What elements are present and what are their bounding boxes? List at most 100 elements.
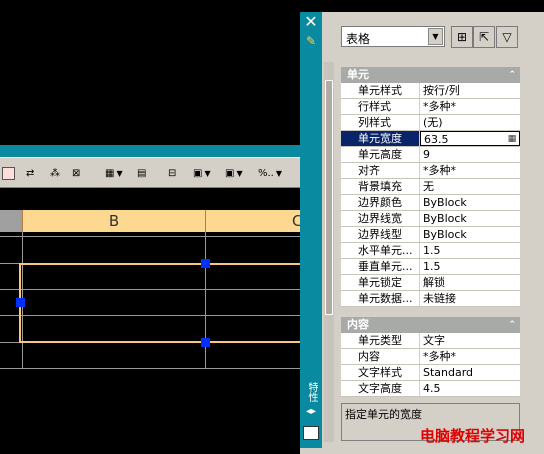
property-value[interactable]: 无: [420, 179, 520, 194]
grip-top[interactable]: [201, 259, 210, 268]
property-value[interactable]: 1.5: [420, 243, 520, 258]
property-value[interactable]: 未链接: [420, 291, 520, 306]
property-value[interactable]: 解锁: [420, 275, 520, 290]
property-value-text: *多种*: [423, 164, 456, 177]
property-row[interactable]: 单元锁定 解锁: [341, 275, 520, 291]
property-value[interactable]: ByBlock: [420, 227, 520, 242]
property-row[interactable]: 列样式 (无): [341, 115, 520, 131]
property-label: 单元锁定: [341, 275, 419, 290]
property-label: 水平单元...: [341, 243, 419, 258]
property-value[interactable]: 9: [420, 147, 520, 162]
property-label: 文字高度: [341, 381, 419, 396]
toolbar-item-4[interactable]: ▤: [137, 165, 146, 181]
section-header[interactable]: 内容 ⌃: [341, 317, 520, 333]
property-value[interactable]: (无): [420, 115, 520, 130]
property-value-text: 4.5: [423, 382, 441, 395]
property-label: 内容: [341, 349, 419, 364]
section-title: 单元: [347, 68, 369, 81]
row-header-corner[interactable]: [0, 210, 22, 232]
property-row[interactable]: 内容 *多种*: [341, 349, 520, 365]
property-label: 单元样式: [341, 83, 419, 98]
object-type-value: 表格: [346, 32, 371, 46]
palette-scroll-thumb[interactable]: [325, 80, 333, 315]
property-value-text: 按行/列: [423, 84, 460, 97]
property-value-text: 1.5: [423, 244, 441, 257]
section-title: 内容: [347, 318, 369, 331]
property-row[interactable]: 垂直单元... 1.5: [341, 259, 520, 275]
property-value[interactable]: Standard: [420, 365, 520, 380]
property-value[interactable]: ByBlock: [420, 211, 520, 226]
calculator-icon[interactable]: ▦: [506, 133, 518, 145]
property-label: 单元宽度: [341, 131, 419, 146]
property-value[interactable]: ByBlock: [420, 195, 520, 210]
property-value-text: 解锁: [423, 276, 445, 289]
grip-bottom[interactable]: [201, 338, 210, 347]
property-value-text: 文字: [423, 334, 445, 347]
cell-selection[interactable]: [19, 263, 302, 343]
quick-select-icon[interactable]: ▽: [496, 26, 518, 48]
toolbar-item-0[interactable]: ⇄: [26, 165, 34, 181]
property-value-text: (无): [423, 116, 443, 129]
chevron-down-icon[interactable]: ▼: [428, 28, 443, 45]
property-row[interactable]: 对齐 *多种*: [341, 163, 520, 179]
toolbar-item-1[interactable]: ⁂: [50, 165, 60, 181]
property-value-text: Standard: [423, 366, 474, 379]
property-label: 对齐: [341, 163, 419, 178]
property-row[interactable]: 边界颜色 ByBlock: [341, 195, 520, 211]
property-row[interactable]: 单元数据... 未链接: [341, 291, 520, 307]
select-objects-icon[interactable]: ⊞: [451, 26, 473, 48]
object-type-select[interactable]: 表格 ▼: [341, 26, 445, 47]
property-value-text: 9: [423, 148, 430, 161]
toolbar-item-7[interactable]: ▣ ▼: [225, 165, 243, 181]
grid-line: [0, 236, 300, 237]
toolbar-item-3[interactable]: ▦ ▼: [105, 165, 123, 181]
property-row[interactable]: 单元类型 文字: [341, 333, 520, 349]
property-row[interactable]: 文字样式 Standard: [341, 365, 520, 381]
property-value[interactable]: *多种*: [420, 99, 520, 114]
property-label: 单元类型: [341, 333, 419, 348]
property-row[interactable]: 单元宽度 63.5 ▦: [341, 131, 520, 147]
property-value[interactable]: 文字: [420, 333, 520, 348]
property-label: 单元数据...: [341, 291, 419, 306]
palette-title: 特性: [306, 382, 317, 402]
table-toolbar: ⇄ ⁂ ⊠ ▦ ▼ ▤ ⊟ ▣ ▼ ▣ ▼ %.. ▼: [0, 157, 300, 188]
property-value-text: ByBlock: [423, 196, 467, 209]
toolbar-item-5[interactable]: ⊟: [168, 165, 176, 181]
property-row[interactable]: 背景填充无: [341, 179, 520, 195]
property-value[interactable]: 63.5 ▦: [420, 131, 520, 146]
property-label: 边界线型: [341, 227, 419, 242]
property-value[interactable]: 按行/列: [420, 83, 520, 98]
property-row[interactable]: 行样式 *多种*: [341, 99, 520, 115]
property-row[interactable]: 边界线宽 ByBlock: [341, 211, 520, 227]
property-value[interactable]: 4.5: [420, 381, 520, 396]
toolbar-item-8[interactable]: %.. ▼: [258, 165, 282, 181]
menu-icon[interactable]: [303, 426, 319, 440]
unmerge-cells-icon[interactable]: [2, 165, 15, 181]
property-row[interactable]: 水平单元... 1.5: [341, 243, 520, 259]
toolbar-item-2[interactable]: ⊠: [72, 165, 80, 181]
property-value-text: 1.5: [423, 260, 441, 273]
property-row[interactable]: 文字高度 4.5: [341, 381, 520, 397]
property-label: 垂直单元...: [341, 259, 419, 274]
resize-arrows-icon[interactable]: ◂▸: [303, 406, 319, 418]
property-value[interactable]: 1.5: [420, 259, 520, 274]
close-icon[interactable]: ✕: [303, 14, 319, 30]
autohide-icon[interactable]: ✎: [303, 34, 319, 48]
property-row[interactable]: 单元高度 9: [341, 147, 520, 163]
property-row[interactable]: 边界线型 ByBlock: [341, 227, 520, 243]
property-label: 文字样式: [341, 365, 419, 380]
property-value[interactable]: *多种*: [420, 349, 520, 364]
property-row[interactable]: 单元样式 按行/列: [341, 83, 520, 99]
property-label: 边界颜色: [341, 195, 419, 210]
column-header-b[interactable]: B: [22, 210, 205, 232]
property-value[interactable]: *多种*: [420, 163, 520, 178]
collapse-chevron-icon[interactable]: ⌃: [508, 317, 516, 333]
collapse-chevron-icon[interactable]: ⌃: [508, 67, 516, 83]
grip-left[interactable]: [16, 298, 25, 307]
toolbar-item-6[interactable]: ▣ ▼: [193, 165, 211, 181]
pickadd-icon[interactable]: ⇱: [473, 26, 495, 48]
section-header[interactable]: 单元 ⌃: [341, 67, 520, 83]
table-editor-titlebar: [0, 145, 300, 157]
column-header-c[interactable]: C: [205, 210, 302, 232]
property-value-text: *多种*: [423, 350, 456, 363]
